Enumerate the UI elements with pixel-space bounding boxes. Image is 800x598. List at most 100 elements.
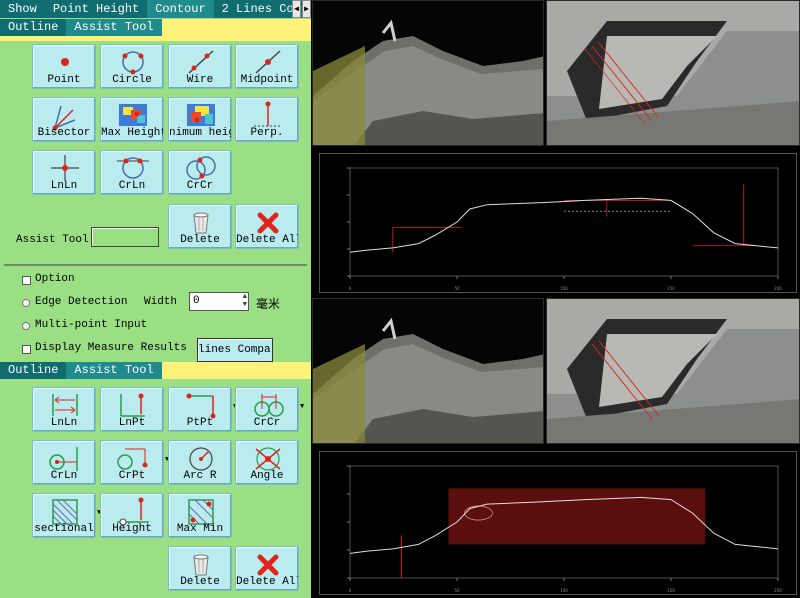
tool-button-max-min[interactable]: Max Min [168, 493, 232, 538]
tab-contour[interactable]: Contour [147, 0, 214, 18]
width-label: Width [144, 296, 178, 308]
multi-point-label: Multi-point Input [35, 319, 148, 331]
tab-scroll-left-icon[interactable]: ◀ [292, 0, 301, 18]
x-tick-label: 150 [667, 588, 675, 593]
delete-all-label: Delete All [236, 576, 298, 588]
tool-button-max-height[interactable]: Max Height [100, 97, 164, 142]
option-checkbox[interactable] [22, 276, 31, 285]
tool-label: CrPt [118, 470, 146, 482]
width-value: 0 [193, 295, 200, 307]
tab-point-height[interactable]: Point Height [45, 0, 147, 18]
assist-tool-field[interactable] [91, 227, 159, 247]
tool-button-crcr[interactable]: CrCr [168, 150, 232, 195]
tool-button-arc-r[interactable]: Arc R [168, 440, 232, 485]
upper-profile-chart[interactable]: 0 50 100 150 200 [319, 153, 797, 293]
x-tick-label: 50 [454, 286, 460, 291]
tool-label: Arc R [183, 470, 217, 482]
surface-photo-image [547, 1, 799, 145]
assist-delete-button[interactable]: Delete [168, 204, 232, 249]
measurement-viewport: 0 50 100 150 200 0 50 100 150 200 [311, 0, 800, 598]
dropdown-arrow-icon[interactable]: ▼ [300, 403, 304, 411]
tool-label: Angle [250, 470, 284, 482]
tool-button-height[interactable]: Height [100, 493, 164, 538]
plot-frame [349, 167, 779, 277]
tool-label: Wire [186, 74, 214, 86]
tool-button-angle[interactable]: Angle [235, 440, 299, 485]
tool-button-nimum-heig[interactable]: nimum heig [168, 97, 232, 142]
width-input[interactable]: 0 ▲ ▼ [189, 292, 249, 311]
subtab-assist-tool[interactable]: Assist Tool [66, 19, 162, 36]
tool-button-lnln[interactable]: LnLn [32, 387, 96, 432]
tool-label: CrCr [186, 180, 214, 192]
tool-label: Max Min [176, 523, 224, 535]
tab-scroll-right-icon[interactable]: ▶ [302, 0, 311, 18]
lower-profile-chart[interactable]: 0 50 100 150 200 [319, 451, 797, 595]
display-results-label: Display Measure Results [35, 342, 187, 354]
top-tab-bar: Show Point Height Contour 2 Lines Compar… [0, 0, 311, 18]
width-spinner-icon[interactable]: ▲ ▼ [243, 293, 247, 309]
lines-compare-button[interactable]: lines Compari [197, 338, 273, 362]
tool-label: PtPt [186, 417, 214, 429]
x-tick-label: 0 [349, 286, 352, 291]
x-tick-label: 100 [560, 588, 568, 593]
x-tick-label: 200 [774, 286, 782, 291]
tool-button-bisector[interactable]: Bisector [32, 97, 96, 142]
subtab-assist-tool-2[interactable]: Assist Tool [66, 362, 162, 379]
tool-label: Height [112, 523, 152, 535]
x-tick-label: 150 [667, 286, 675, 291]
subtab-outline-2[interactable]: Outline [0, 362, 66, 379]
assist-tool-label: Assist Tool ( [16, 234, 102, 246]
tool-label: Perp. [250, 127, 284, 139]
surface-photo-image [547, 299, 799, 443]
assist-header-strip [0, 36, 311, 41]
lower-profile-svg: 0 50 100 150 200 [347, 465, 782, 593]
tool-button-lnpt[interactable]: LnPt [100, 387, 164, 432]
tool-label: Midpoint [240, 74, 294, 86]
tool-button-perp-[interactable]: Perp. [235, 97, 299, 142]
upper-microscope-view[interactable] [546, 0, 800, 146]
measure-delete-button[interactable]: Delete [168, 546, 232, 591]
tool-button-sectional[interactable]: sectional [32, 493, 96, 538]
tool-label: Max Height [101, 127, 163, 139]
terrain-3d-image [313, 1, 543, 145]
multi-point-radio[interactable] [22, 322, 30, 330]
lower-subtab-bar: Outline Assist Tool [0, 362, 311, 379]
subtab-outline[interactable]: Outline [0, 19, 66, 36]
tab-show[interactable]: Show [0, 0, 45, 18]
edge-detection-label: Edge Detection [35, 296, 128, 308]
x-tick-label: 200 [774, 588, 782, 593]
measure-delete-all-button[interactable]: Delete All [235, 546, 299, 591]
display-results-checkbox[interactable] [22, 345, 31, 354]
tool-button-ptpt[interactable]: PtPt [168, 387, 232, 432]
lower-microscope-view[interactable] [546, 298, 800, 444]
tool-button-circle[interactable]: Circle [100, 44, 164, 89]
x-tick-label: 0 [349, 588, 352, 593]
x-tick-label: 50 [454, 588, 460, 593]
tool-button-crln[interactable]: CrLn [100, 150, 164, 195]
tool-label: nimum heig [169, 127, 231, 139]
divider [4, 264, 307, 266]
lower-3d-view[interactable] [312, 298, 544, 444]
tool-button-crcr[interactable]: CrCr [235, 387, 299, 432]
tool-button-lnln[interactable]: LnLn [32, 150, 96, 195]
tool-button-crpt[interactable]: CrPt [100, 440, 164, 485]
tool-label: LnPt [118, 417, 146, 429]
measure-region[interactable] [448, 488, 706, 545]
x-tick-label: 100 [560, 286, 568, 291]
edge-detection-radio[interactable] [22, 299, 30, 307]
tool-button-wire[interactable]: Wire [168, 44, 232, 89]
tool-label: Circle [112, 74, 152, 86]
assist-delete-all-button[interactable]: Delete All [235, 204, 299, 249]
delete-label: Delete [180, 234, 220, 246]
tool-label: Bisector [37, 127, 91, 139]
tool-button-point[interactable]: Point [32, 44, 96, 89]
upper-profile-svg: 0 50 100 150 200 [347, 167, 782, 291]
width-unit: 毫米 [256, 297, 281, 311]
profile-line [349, 197, 779, 253]
upper-subtab-bar: Outline Assist Tool [0, 19, 311, 36]
tool-button-crln[interactable]: CrLn [32, 440, 96, 485]
tool-button-midpoint[interactable]: Midpoint [235, 44, 299, 89]
terrain-3d-image [313, 299, 543, 443]
upper-3d-view[interactable] [312, 0, 544, 146]
tool-label: CrLn [118, 180, 146, 192]
